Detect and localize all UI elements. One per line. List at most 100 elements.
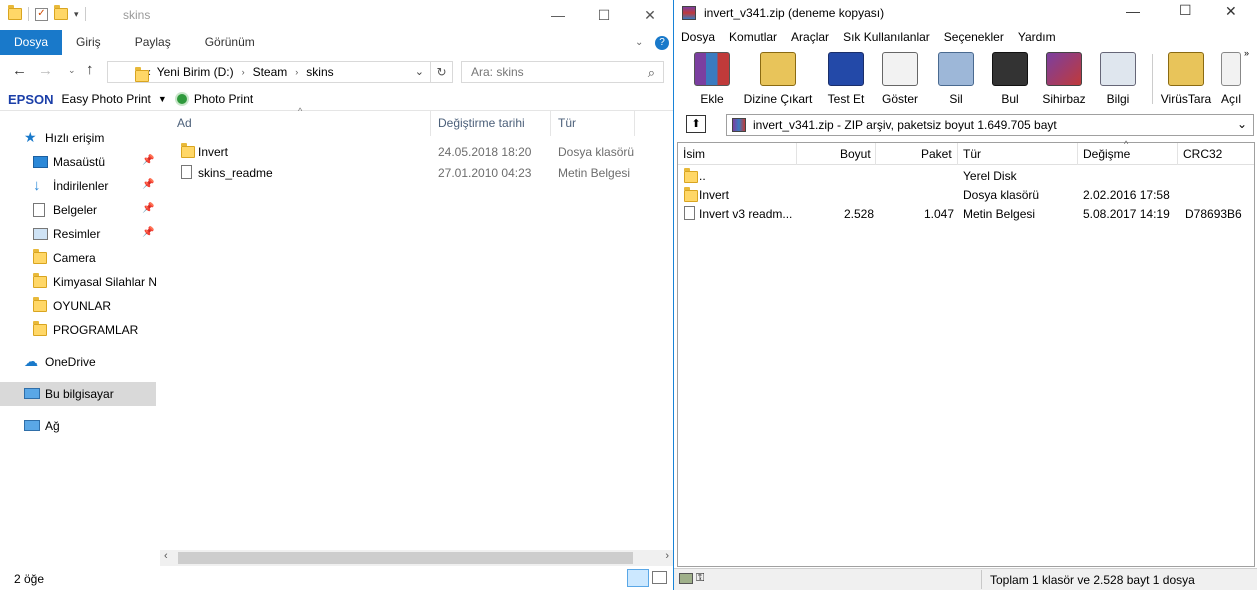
column-separator[interactable] [1177,143,1178,165]
view-button[interactable]: Göster [870,50,930,108]
extract-to-button[interactable]: Dizine Çıkart [742,50,814,108]
nav-quick-access[interactable]: ★ Hızlı erişim [0,126,156,150]
chevron-down-icon[interactable]: ▼ [158,94,167,104]
close-button[interactable]: ✕ [1225,3,1237,20]
archive-path-dropdown[interactable]: invert_v341.zip - ZIP arşiv, paketsiz bo… [726,114,1254,136]
window-title: skins [123,8,151,22]
chevron-right-icon: › [295,67,299,77]
column-header-type[interactable]: Tür [963,147,981,161]
scroll-left-icon[interactable]: ‹ [164,550,168,562]
tab-share[interactable]: Paylaş [115,30,191,55]
menu-options[interactable]: Seçenekler [937,27,1011,47]
nav-item-desktop[interactable]: Masaüstü 📌 [0,150,156,174]
archive-row[interactable]: Invert Dosya klasörü 2.02.2016 17:58 [678,185,1254,204]
nav-this-pc[interactable]: Bu bilgisayar [0,382,156,406]
breadcrumb-steam[interactable]: Steam [253,65,288,79]
virus-scan-button[interactable]: VirüsTara [1156,50,1216,108]
horizontal-scrollbar[interactable]: ‹ › [160,550,673,566]
minimize-button[interactable]: — [535,0,581,30]
refresh-button[interactable]: ↻ [431,61,453,83]
column-separator[interactable] [957,143,958,165]
close-button[interactable]: ✕ [627,0,673,30]
tab-view[interactable]: Görünüm [191,30,269,55]
folder-icon[interactable] [8,5,22,20]
column-header-crc[interactable]: CRC32 [1183,147,1222,161]
tab-file[interactable]: Dosya [0,30,63,55]
find-button[interactable]: Bul [980,50,1040,108]
column-header-name[interactable]: İsim [683,147,705,161]
column-header-modified[interactable]: Değiştirme tarihi [438,116,525,130]
new-folder-icon[interactable] [54,5,68,20]
column-header-modified[interactable]: Değişme [1083,147,1130,161]
file-row[interactable]: skins_readme 27.01.2010 04:23 Metin Belg… [176,162,676,183]
menu-tools[interactable]: Araçlar [784,27,836,47]
column-header-name[interactable]: Ad [177,116,192,130]
pin-icon[interactable]: 📌 [142,155,154,166]
photo-print-icon[interactable] [174,92,189,106]
test-button[interactable]: Test Et [816,50,876,108]
up-folder-icon[interactable]: ⬆ [686,115,706,133]
menu-commands[interactable]: Komutlar [722,27,784,47]
nav-onedrive[interactable]: ☁ OneDrive [0,350,156,374]
back-icon[interactable]: ← [12,62,27,79]
address-bar[interactable]: « Yeni Birim (D:) › Steam › skins ⌄ [107,61,431,83]
chevron-down-icon[interactable]: ⌄ [1237,117,1247,131]
recent-chevron-icon[interactable]: ⌄ [68,65,76,76]
file-row[interactable]: Invert 24.05.2018 18:20 Dosya klasörü [176,141,676,162]
sfx-button[interactable]: Açıl [1214,50,1248,108]
easy-photo-print-button[interactable]: Easy Photo Print [62,92,151,106]
pin-icon[interactable]: 📌 [142,203,154,214]
nav-item-camera[interactable]: Camera [0,246,156,270]
wizard-button[interactable]: Sihirbaz [1034,50,1094,108]
search-icon[interactable]: ⌕ [648,63,655,83]
drive-icon[interactable] [679,573,693,584]
search-input[interactable]: Ara: skins ⌕ [461,61,664,83]
up-icon[interactable]: ↑ [86,61,94,78]
help-icon[interactable]: ? [655,35,669,50]
column-separator[interactable] [1077,143,1078,165]
menu-help[interactable]: Yardım [1011,27,1063,47]
column-header-packed[interactable]: Paket [921,147,952,161]
column-separator[interactable] [430,110,431,136]
minimize-button[interactable]: — [1126,3,1140,19]
scroll-right-icon[interactable]: › [665,550,669,562]
nav-item-kimyasal[interactable]: Kimyasal Silahlar Ne [0,270,156,294]
add-button[interactable]: Ekle [682,50,742,108]
nav-item-pictures[interactable]: Resimler 📌 [0,222,156,246]
properties-icon[interactable]: ✓ [35,7,48,21]
nav-item-oyunlar[interactable]: OYUNLAR [0,294,156,318]
breadcrumb-skins[interactable]: skins [306,65,333,79]
nav-item-downloads[interactable]: ↓ İndirilenler 📌 [0,174,156,198]
photo-print-button[interactable]: Photo Print [194,92,253,106]
column-separator[interactable] [634,110,635,136]
archive-row[interactable]: .. Yerel Disk [678,166,1254,185]
forward-icon[interactable]: → [38,62,53,79]
large-icons-view-icon[interactable] [652,571,667,584]
chevron-down-icon[interactable]: ▾ [74,9,79,20]
breadcrumb-drive[interactable]: Yeni Birim (D:) [157,65,234,79]
column-separator[interactable] [875,143,876,165]
delete-button[interactable]: Sil [926,50,986,108]
tab-home[interactable]: Giriş [62,30,115,55]
toolbar-overflow-icon[interactable]: » [1244,48,1249,58]
key-icon[interactable]: ⚿ [696,572,704,585]
maximize-button[interactable]: ☐ [1179,2,1192,19]
column-header-size[interactable]: Boyut [840,147,871,161]
archive-row[interactable]: Invert v3 readm... 2.528 1.047 Metin Bel… [678,204,1254,223]
details-view-icon[interactable] [627,569,649,587]
nav-item-documents[interactable]: Belgeler 📌 [0,198,156,222]
scrollbar-thumb[interactable] [178,552,633,564]
column-separator[interactable] [796,143,797,165]
column-separator[interactable] [550,110,551,136]
pin-icon[interactable]: 📌 [142,179,154,190]
info-button[interactable]: Bilgi [1088,50,1148,108]
column-header-type[interactable]: Tür [558,116,576,130]
menu-favorites[interactable]: Sık Kullanılanlar [836,27,937,47]
maximize-button[interactable]: ☐ [581,0,627,30]
pin-icon[interactable]: 📌 [142,227,154,238]
nav-item-programlar[interactable]: PROGRAMLAR [0,318,156,342]
menu-file[interactable]: Dosya [674,27,722,47]
chevron-down-icon[interactable]: ⌄ [415,65,424,78]
ribbon-expand-icon[interactable]: ⌄ [635,37,655,48]
nav-network[interactable]: Ağ [0,414,156,438]
